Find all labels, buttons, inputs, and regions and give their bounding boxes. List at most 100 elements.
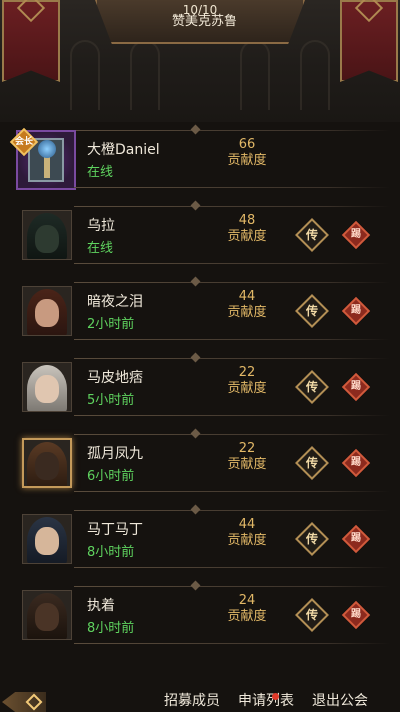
kick-label: 踢 (351, 533, 361, 544)
contribution: 44 贡献度 (207, 289, 287, 321)
kick-member-button[interactable]: 踢 (341, 448, 371, 478)
transfer-leader-button[interactable]: 传 (295, 218, 329, 252)
row-divider (74, 282, 390, 283)
row-divider (74, 643, 390, 644)
member-status: 8小时前 (87, 621, 135, 636)
member-name: 大橙Daniel (87, 142, 160, 158)
transfer-leader-button[interactable]: 传 (295, 598, 329, 632)
avatar[interactable] (22, 438, 72, 488)
contribution-value: 44 (238, 517, 256, 532)
row-divider (74, 358, 390, 359)
contribution-value: 22 (238, 365, 256, 380)
contribution-label: 贡献度 (227, 457, 267, 472)
row-divider (74, 434, 390, 435)
contribution-value: 48 (238, 213, 256, 228)
avatar[interactable] (22, 362, 72, 412)
face-shape (35, 375, 59, 403)
guild-title-plate: 赞美克苏鲁 10/10 (95, 0, 305, 44)
contribution-label: 贡献度 (227, 533, 267, 548)
row-divider (74, 491, 390, 492)
transfer-label: 传 (305, 228, 318, 242)
notification-dot (272, 693, 279, 700)
leader-badge: 会长 (9, 127, 39, 157)
transfer-leader-button[interactable]: 传 (295, 294, 329, 328)
leave-guild-button[interactable]: 退出公会 (308, 674, 372, 712)
transfer-label: 传 (305, 532, 318, 546)
recruit-members-label: 招募成员 (164, 693, 220, 709)
kick-label: 踢 (351, 381, 361, 392)
member-row[interactable]: 马丁马丁 8小时前 44 贡献度 传 踢 (12, 504, 390, 568)
avatar[interactable] (22, 590, 72, 640)
face-shape (35, 603, 59, 631)
left-banner (2, 0, 60, 82)
transfer-label: 传 (305, 380, 318, 394)
member-status: 在线 (87, 165, 114, 180)
avatar[interactable] (22, 286, 72, 336)
face-shape (35, 527, 59, 555)
contribution: 48 贡献度 (207, 213, 287, 245)
member-name: 孤月凤九 (87, 446, 143, 462)
contribution-value: 44 (238, 289, 256, 304)
transfer-leader-button[interactable]: 传 (295, 370, 329, 404)
contribution-value: 24 (238, 593, 256, 608)
member-status: 在线 (87, 241, 114, 256)
mask-shape (35, 225, 59, 253)
guild-header: 赞美克苏鲁 10/10 (0, 0, 400, 122)
application-list-button[interactable]: 申请列表 (234, 674, 298, 712)
contribution: 22 贡献度 (207, 441, 287, 473)
application-list-label: 申请列表 (238, 693, 294, 709)
arch-decoration (130, 40, 160, 110)
member-row[interactable]: 乌拉 在线 48 贡献度 传 踢 (12, 200, 390, 264)
contribution-value: 22 (238, 441, 256, 456)
back-button[interactable] (2, 692, 46, 712)
recruit-members-button[interactable]: 招募成员 (160, 674, 224, 712)
kick-member-button[interactable]: 踢 (341, 372, 371, 402)
member-row[interactable]: 会长 大橙Daniel 在线 66 贡献度 (9, 124, 390, 190)
contribution-value: 66 (238, 137, 256, 152)
avatar[interactable] (22, 514, 72, 564)
kick-label: 踢 (351, 609, 361, 620)
member-list: 会长 大橙Daniel 在线 66 贡献度 乌拉 在线 48 贡献度 传 踢 暗… (0, 122, 400, 690)
kick-member-button[interactable]: 踢 (341, 524, 371, 554)
member-row[interactable]: 暗夜之泪 2小时前 44 贡献度 传 踢 (12, 276, 390, 340)
transfer-label: 传 (305, 608, 318, 622)
leave-guild-label: 退出公会 (312, 693, 368, 709)
divider-notch (190, 276, 201, 287)
member-row[interactable]: 孤月凤九 6小时前 22 贡献度 传 踢 (12, 428, 390, 492)
divider-notch (190, 200, 201, 211)
member-name: 乌拉 (87, 218, 115, 234)
contribution-label: 贡献度 (227, 305, 267, 320)
member-status: 2小时前 (87, 317, 135, 332)
contribution: 22 贡献度 (207, 365, 287, 397)
row-divider (74, 263, 390, 264)
avatar[interactable] (22, 210, 72, 260)
row-divider (74, 206, 390, 207)
guild-name: 赞美克苏鲁 (172, 14, 238, 29)
banner-emblem-icon (16, 0, 46, 23)
arch-decoration (300, 40, 330, 110)
right-banner (340, 0, 398, 82)
face-shape (35, 299, 59, 327)
contribution-label: 贡献度 (227, 229, 267, 244)
contribution: 24 贡献度 (207, 593, 287, 625)
row-divider (74, 187, 390, 188)
face-shape (35, 452, 59, 480)
kick-label: 踢 (351, 229, 361, 240)
transfer-label: 传 (305, 304, 318, 318)
divider-notch (190, 580, 201, 591)
back-arrow-icon (25, 693, 43, 711)
transfer-leader-button[interactable]: 传 (295, 446, 329, 480)
member-row[interactable]: 执着 8小时前 24 贡献度 传 踢 (12, 580, 390, 644)
row-divider (74, 567, 390, 568)
kick-member-button[interactable]: 踢 (341, 296, 371, 326)
kick-member-button[interactable]: 踢 (341, 220, 371, 250)
contribution-label: 贡献度 (227, 153, 267, 168)
member-row[interactable]: 马皮地痞 5小时前 22 贡献度 传 踢 (12, 352, 390, 416)
orb-icon (38, 140, 56, 158)
kick-member-button[interactable]: 踢 (341, 600, 371, 630)
member-name: 马丁马丁 (87, 522, 143, 538)
divider-notch (190, 124, 201, 135)
banner-emblem-icon (354, 0, 384, 23)
kick-label: 踢 (351, 305, 361, 316)
transfer-leader-button[interactable]: 传 (295, 522, 329, 556)
